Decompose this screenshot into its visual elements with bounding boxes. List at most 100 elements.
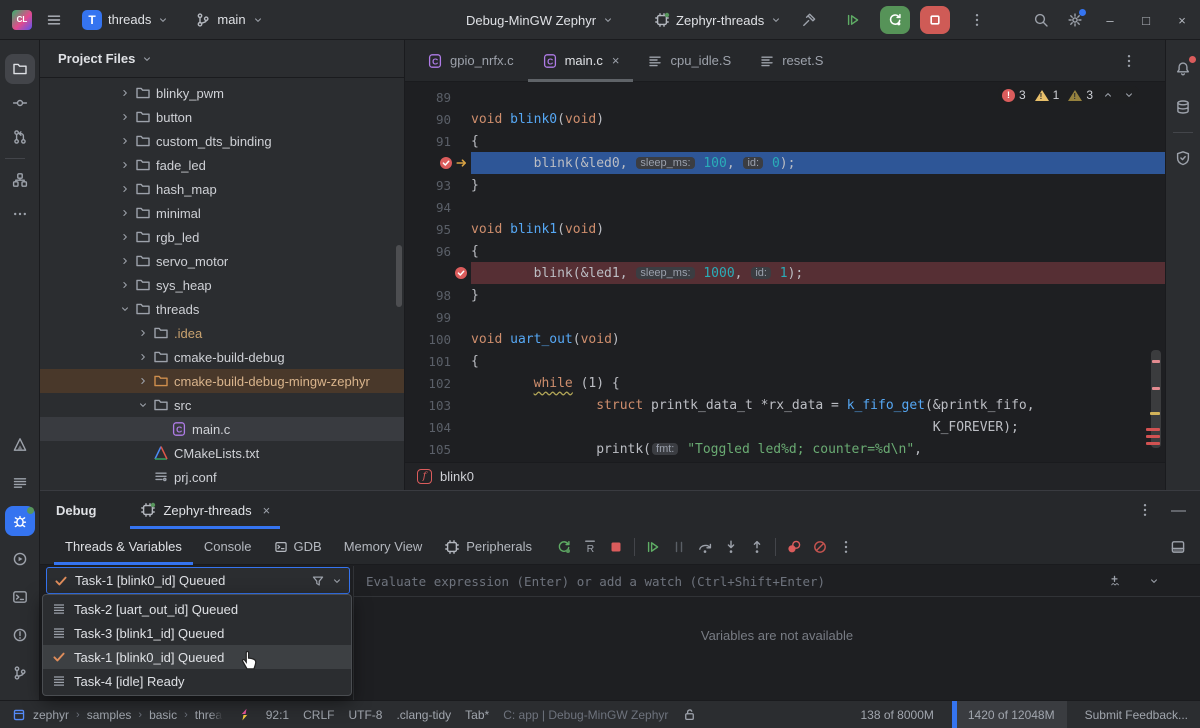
window-minimize-button[interactable]: – bbox=[1092, 0, 1128, 40]
main-menu-icon[interactable] bbox=[46, 12, 62, 28]
editor-tab-options-icon[interactable] bbox=[1121, 53, 1137, 69]
breakpoint-icon[interactable] bbox=[405, 265, 471, 281]
filter-icon[interactable] bbox=[311, 574, 325, 588]
chevron-down-icon[interactable] bbox=[331, 575, 343, 587]
tree-item-sys-heap[interactable]: sys_heap bbox=[40, 273, 404, 297]
rerun-debug-button[interactable] bbox=[880, 6, 910, 34]
tree-item-src[interactable]: src bbox=[40, 393, 404, 417]
sidebar-item-project[interactable] bbox=[5, 54, 35, 84]
breadcrumb-item[interactable]: basic bbox=[149, 708, 177, 722]
chevron-down-icon[interactable] bbox=[134, 399, 152, 411]
editor-tab-gpio-nrfx-c[interactable]: Cgpio_nrfx.c bbox=[413, 40, 528, 82]
tree-item-hash-map[interactable]: hash_map bbox=[40, 177, 404, 201]
breakpoint-icon[interactable] bbox=[405, 155, 471, 171]
stripe-mark[interactable] bbox=[1146, 428, 1160, 431]
view-breakpoints-button[interactable] bbox=[781, 534, 807, 560]
stop-button[interactable] bbox=[920, 6, 950, 34]
chevron-right-icon[interactable] bbox=[116, 135, 134, 147]
tree-item-prj-conf[interactable]: prj.conf bbox=[40, 465, 404, 489]
sidebar-item-version-control[interactable] bbox=[5, 658, 35, 688]
tree-item-rgb-led[interactable]: rgb_led bbox=[40, 225, 404, 249]
chevron-right-icon[interactable] bbox=[134, 375, 152, 387]
debug-session-selector[interactable]: Zephyr-threads bbox=[654, 12, 782, 28]
editor-scrollbar[interactable] bbox=[1151, 350, 1161, 448]
status-cell--clang-tidy[interactable]: .clang-tidy bbox=[396, 708, 451, 722]
tree-item-servo-motor[interactable]: servo_motor bbox=[40, 249, 404, 273]
sidebar-item-commit[interactable] bbox=[5, 88, 35, 118]
run-configuration-selector[interactable]: Debug-MinGW Zephyr bbox=[462, 13, 618, 28]
tree-item--idea[interactable]: .idea bbox=[40, 321, 404, 345]
window-close-button[interactable]: × bbox=[1164, 0, 1200, 40]
chevron-right-icon[interactable] bbox=[116, 183, 134, 195]
step-into-button[interactable] bbox=[718, 534, 744, 560]
chevron-right-icon[interactable] bbox=[116, 111, 134, 123]
sidebar-item-pull-requests[interactable] bbox=[5, 122, 35, 152]
editor-tab-reset-s[interactable]: reset.S bbox=[745, 40, 837, 82]
chevron-right-icon[interactable] bbox=[134, 351, 152, 363]
tree-item-custom-dts-binding[interactable]: custom_dts_binding bbox=[40, 129, 404, 153]
close-icon[interactable]: × bbox=[263, 503, 271, 518]
sidebar-item-cmake[interactable] bbox=[5, 430, 35, 460]
chevron-right-icon[interactable] bbox=[116, 255, 134, 267]
thread-selector-combo[interactable]: Task-1 [blink0_id] Queued bbox=[46, 567, 350, 594]
pause-button[interactable] bbox=[666, 534, 692, 560]
tree-item-threads[interactable]: threads bbox=[40, 297, 404, 321]
debug-tab-gdb[interactable]: GDB bbox=[263, 529, 333, 565]
tree-item-cmakelists-txt[interactable]: CMakeLists.txt bbox=[40, 441, 404, 465]
sidebar-item-qodana[interactable] bbox=[1168, 143, 1198, 173]
breadcrumb-item[interactable]: samples bbox=[87, 708, 132, 722]
close-icon[interactable]: × bbox=[612, 53, 620, 68]
breadcrumb[interactable]: zephyr›samples›basic›threads bbox=[12, 708, 223, 722]
add-watch-icon[interactable] bbox=[1107, 574, 1122, 589]
chevron-right-icon[interactable] bbox=[116, 279, 134, 291]
settings-button[interactable] bbox=[1058, 0, 1092, 40]
status-cell-tab-[interactable]: Tab* bbox=[465, 708, 489, 722]
chevron-down-icon[interactable] bbox=[116, 303, 134, 315]
sidebar-item-problems[interactable] bbox=[5, 620, 35, 650]
editor-tab-cpu-idle-s[interactable]: cpu_idle.S bbox=[633, 40, 745, 82]
inspections-widget[interactable]: !3 !1 !3 bbox=[998, 86, 1139, 104]
submit-feedback-link[interactable]: Submit Feedback... bbox=[1085, 708, 1188, 722]
status-cell-crlf[interactable]: CRLF bbox=[303, 708, 334, 722]
editor-tab-main-c[interactable]: Cmain.c× bbox=[528, 40, 634, 82]
stripe-mark[interactable] bbox=[1150, 412, 1160, 415]
breadcrumb-item[interactable]: zephyr bbox=[33, 708, 69, 722]
chevron-right-icon[interactable] bbox=[134, 327, 152, 339]
debug-tab-peripherals[interactable]: Peripherals bbox=[433, 529, 543, 565]
step-out-button[interactable] bbox=[744, 534, 770, 560]
debug-tab-console[interactable]: Console bbox=[193, 529, 263, 565]
sidebar-item-debug[interactable] bbox=[5, 506, 35, 536]
status-run-config[interactable]: C: app | Debug-MinGW Zephyr bbox=[503, 708, 668, 722]
step-over-button[interactable] bbox=[692, 534, 718, 560]
vcs-branch-widget[interactable]: main bbox=[189, 8, 269, 32]
stripe-mark[interactable] bbox=[1152, 360, 1160, 363]
chevron-right-icon[interactable] bbox=[116, 207, 134, 219]
rerun-button[interactable] bbox=[551, 534, 577, 560]
tree-item-cmake-build-debug[interactable]: cmake-build-debug bbox=[40, 345, 404, 369]
window-maximize-button[interactable]: □ bbox=[1128, 0, 1164, 40]
sidebar-item-database[interactable] bbox=[1168, 92, 1198, 122]
thread-dropdown-item[interactable]: Task-2 [uart_out_id] Queued bbox=[43, 597, 351, 621]
thread-dropdown-item[interactable]: Task-4 [idle] Ready bbox=[43, 669, 351, 693]
sidebar-item-notifications[interactable] bbox=[1168, 54, 1198, 84]
more-actions-button[interactable] bbox=[833, 534, 859, 560]
stripe-mark[interactable] bbox=[1146, 435, 1160, 438]
status-cell-utf-8[interactable]: UTF-8 bbox=[348, 708, 382, 722]
debug-session-tab[interactable]: Zephyr-threads × bbox=[130, 491, 280, 529]
stop-button[interactable] bbox=[603, 534, 629, 560]
chevron-right-icon[interactable] bbox=[116, 231, 134, 243]
heap-indicator[interactable]: 138 of 8000M bbox=[860, 708, 933, 722]
build-hammer-icon[interactable] bbox=[792, 0, 826, 40]
stripe-mark[interactable] bbox=[1152, 387, 1160, 390]
debug-tab-memory-view[interactable]: Memory View bbox=[333, 529, 434, 565]
memory-indicator[interactable]: 1420 of 12048M bbox=[952, 701, 1067, 728]
thread-dropdown-item[interactable]: Task-1 [blink0_id] Queued bbox=[43, 645, 351, 669]
debug-tab-threads-variables[interactable]: Threads & Variables bbox=[54, 529, 193, 565]
panel-options-icon[interactable] bbox=[1137, 502, 1153, 519]
evaluate-expression-field[interactable]: Evaluate expression (Enter) or add a wat… bbox=[354, 566, 1200, 597]
resume-button[interactable] bbox=[640, 534, 666, 560]
tree-item-fade-led[interactable]: fade_led bbox=[40, 153, 404, 177]
stripe-mark[interactable] bbox=[1146, 442, 1160, 445]
resume-program-icon[interactable] bbox=[836, 0, 870, 40]
chevron-right-icon[interactable] bbox=[116, 159, 134, 171]
